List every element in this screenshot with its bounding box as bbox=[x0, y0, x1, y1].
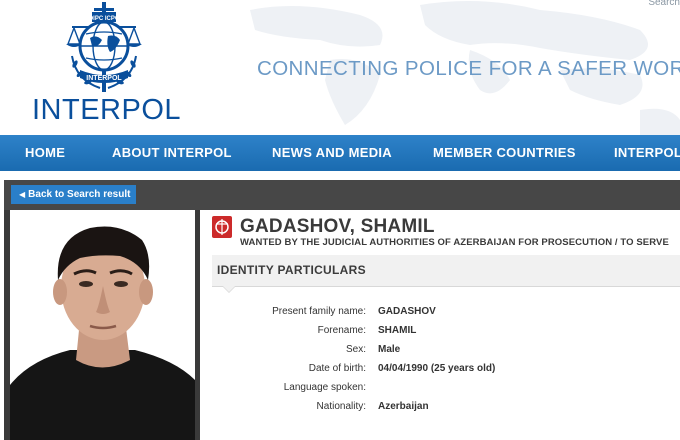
field-row-nationality: Nationality: Azerbaijan bbox=[200, 401, 680, 417]
field-label: Forename: bbox=[317, 325, 366, 336]
field-value: SHAMIL bbox=[378, 325, 417, 336]
field-value: GADASHOV bbox=[378, 306, 436, 317]
nav-about-interpol[interactable]: ABOUT INTERPOL bbox=[112, 135, 232, 171]
notice-details-panel: GADASHOV, SHAMIL WANTED BY THE JUDICIAL … bbox=[200, 210, 680, 440]
field-label: Nationality: bbox=[316, 401, 366, 412]
interpol-logo-text[interactable]: INTERPOL bbox=[32, 94, 181, 126]
red-notice-icon bbox=[212, 216, 232, 238]
nav-home[interactable]: HOME bbox=[25, 135, 65, 171]
field-label: Present family name: bbox=[272, 306, 366, 317]
main-nav: HOME ABOUT INTERPOL NEWS AND MEDIA MEMBE… bbox=[0, 135, 680, 171]
nav-spacer bbox=[0, 171, 680, 180]
back-to-search-button[interactable]: ◀ Back to Search result bbox=[11, 185, 137, 204]
field-value: Male bbox=[378, 344, 401, 355]
field-label: Language spoken: bbox=[283, 382, 366, 393]
field-label: Date of birth: bbox=[308, 363, 366, 374]
person-photo bbox=[10, 210, 195, 440]
nav-member-countries[interactable]: MEMBER COUNTRIES bbox=[433, 135, 576, 171]
field-row-forename: Forename: SHAMIL bbox=[200, 325, 680, 341]
field-value: 04/04/1990 (25 years old) bbox=[378, 363, 496, 374]
identity-particulars-header[interactable]: IDENTITY PARTICULARS bbox=[212, 255, 680, 287]
field-value: Azerbaijan bbox=[378, 401, 429, 412]
wanted-person-name: GADASHOV, SHAMIL bbox=[240, 216, 435, 237]
back-arrow-icon: ◀ bbox=[19, 190, 26, 199]
person-photo-panel bbox=[10, 210, 195, 440]
field-row-sex: Sex: Male bbox=[200, 344, 680, 360]
section-title: IDENTITY PARTICULARS bbox=[217, 263, 366, 277]
field-label: Sex: bbox=[345, 344, 366, 355]
nav-interpol[interactable]: INTERPOL bbox=[614, 135, 680, 171]
field-row-date-of-birth: Date of birth: 04/04/1990 (25 years old) bbox=[200, 363, 680, 379]
emblem-ribbon-text: INTERPOL bbox=[86, 75, 122, 82]
site-header: Search OIPC ICPO INTERPOL INTERPOL CONNE… bbox=[0, 0, 680, 135]
site-slogan: CONNECTING POLICE FOR A SAFER WORLD bbox=[257, 57, 680, 80]
search-link[interactable]: Search bbox=[648, 0, 680, 8]
field-row-language-spoken: Language spoken: bbox=[200, 382, 680, 398]
back-button-label: Back to Search result bbox=[28, 189, 131, 200]
emblem-top-text: OIPC ICPO bbox=[88, 16, 119, 22]
interpol-emblem-icon[interactable]: OIPC ICPO INTERPOL bbox=[58, 0, 150, 96]
field-row-family-name: Present family name: GADASHOV bbox=[200, 306, 680, 322]
nav-news-and-media[interactable]: NEWS AND MEDIA bbox=[272, 135, 392, 171]
wanted-statement: WANTED BY THE JUDICIAL AUTHORITIES OF AZ… bbox=[240, 237, 669, 248]
